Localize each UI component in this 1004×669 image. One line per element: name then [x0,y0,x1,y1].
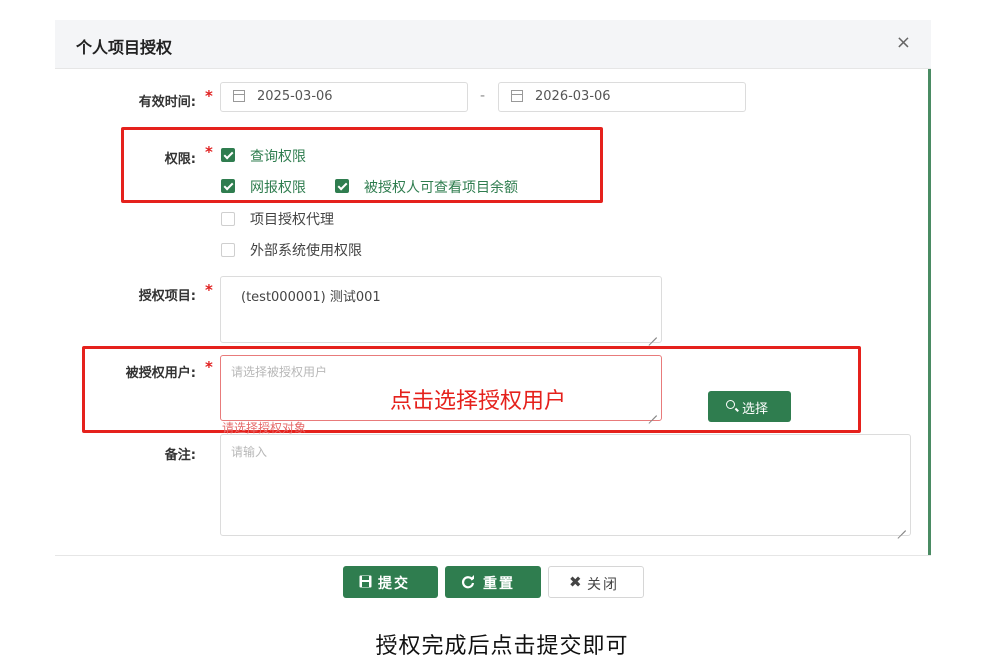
end-date-input[interactable]: 2026-03-06 [498,82,746,112]
start-date-value: 2025-03-06 [257,89,333,104]
submit-label: 提交 [378,576,410,592]
project-textarea[interactable]: (test000001) 测试001 [220,276,662,343]
checkbox-proxy[interactable] [221,212,235,226]
checkbox-external-label[interactable]: 外部系统使用权限 [250,240,362,260]
caption-text: 授权完成后点击提交即可 [375,634,629,659]
close-label: 关闭 [587,577,619,593]
close-icon[interactable]: × [896,32,911,53]
footer-divider [55,555,931,556]
reset-label: 重置 [483,576,515,592]
save-icon [359,575,372,588]
scrollbar[interactable] [928,69,931,555]
start-date-input[interactable]: 2025-03-06 [220,82,468,112]
annotation-box-permission [121,127,603,203]
calendar-icon [233,90,245,102]
project-label: 授权项目: [138,289,196,304]
close-icon: ✖ [569,573,584,591]
reset-button[interactable]: 重置 [445,566,541,598]
refresh-icon [462,575,475,589]
dialog-header: 个人项目授权 × [55,20,931,69]
project-value: (test000001) 测试001 [241,290,381,305]
submit-button[interactable]: 提交 [343,566,438,598]
dialog-title: 个人项目授权 [76,38,173,57]
resize-grip-icon[interactable] [649,330,657,338]
valid-time-required: * [205,87,213,105]
remark-label: 备注: [164,448,196,463]
close-button[interactable]: ✖ 关闭 [548,566,644,598]
project-required: * [205,281,213,299]
resize-grip-icon[interactable] [898,523,906,531]
remark-textarea[interactable]: 请输入 [220,434,911,536]
checkbox-external[interactable] [221,243,235,257]
end-date-value: 2026-03-06 [535,89,611,104]
checkbox-proxy-label[interactable]: 项目授权代理 [250,209,334,229]
valid-time-label: 有效时间: [138,95,196,110]
remark-placeholder: 请输入 [231,445,268,459]
annotation-box-user [82,346,861,433]
calendar-icon [511,90,523,102]
date-range-separator: - [480,88,486,104]
